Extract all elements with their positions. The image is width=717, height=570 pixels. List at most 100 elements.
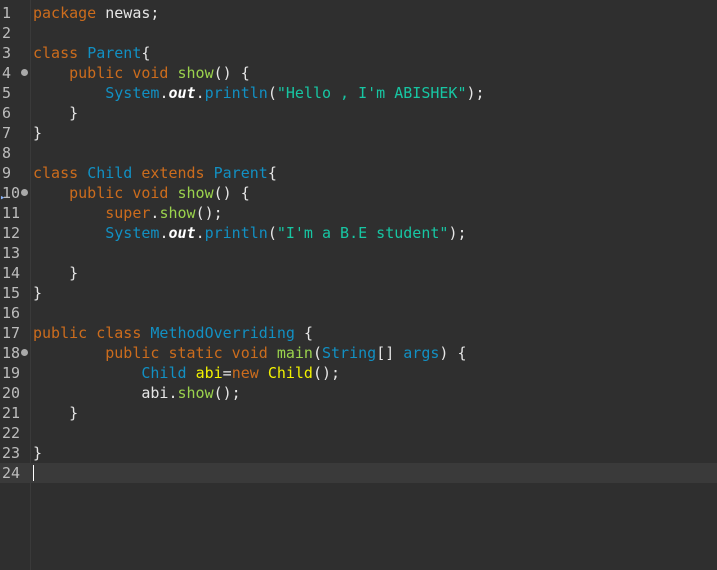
code-text[interactable]: public void show() {: [33, 63, 250, 83]
code-text[interactable]: System.out.println("Hello , I'm ABISHEK"…: [33, 83, 485, 103]
code-line[interactable]: 15}: [0, 283, 717, 303]
code-token: (: [267, 84, 277, 102]
code-text[interactable]: package newas;: [33, 3, 159, 23]
code-line[interactable]: 1 package newas;: [0, 3, 717, 23]
code-text[interactable]: class Child extends Parent{: [33, 163, 277, 183]
code-line[interactable]: 22: [0, 423, 717, 443]
code-line[interactable]: 4 public void show() {: [0, 63, 717, 83]
code-token: String: [322, 344, 377, 362]
line-number: 23: [2, 444, 21, 462]
line-number: 20: [2, 384, 21, 402]
code-token: newas;: [105, 4, 160, 22]
code-token: Parent: [213, 164, 268, 182]
code-token: MethodOverriding: [150, 324, 304, 342]
code-line[interactable]: 14 }: [0, 263, 717, 283]
code-line[interactable]: 19 Child abi=new Child();: [0, 363, 717, 383]
line-number: 19: [2, 364, 21, 382]
code-text[interactable]: class Parent{: [33, 43, 150, 63]
code-token: Child: [267, 364, 313, 382]
code-token: }: [33, 104, 79, 122]
code-token: () {: [213, 184, 250, 202]
code-line[interactable]: 3 class Parent{: [0, 43, 717, 63]
code-token: new: [231, 364, 268, 382]
code-token: class: [33, 44, 88, 62]
code-text[interactable]: }: [33, 443, 42, 463]
code-text[interactable]: System.out.println("I'm a B.E student");: [33, 223, 466, 243]
code-token: show: [177, 64, 214, 82]
code-token: .: [195, 84, 205, 102]
code-token: }: [33, 444, 43, 462]
code-text[interactable]: public class MethodOverriding {: [33, 323, 313, 343]
code-line[interactable]: 2: [0, 23, 717, 43]
code-line[interactable]: 24: [0, 463, 717, 483]
line-number: 8: [2, 144, 12, 162]
line-number: 1: [2, 4, 12, 22]
code-token: }: [33, 124, 43, 142]
code-token: Child: [87, 164, 142, 182]
code-token: out: [168, 224, 196, 242]
code-line[interactable]: 9 class Child extends Parent{: [0, 163, 717, 183]
code-token: args: [403, 344, 440, 362]
code-line[interactable]: 13: [0, 243, 717, 263]
code-token: public class: [33, 324, 151, 342]
code-token: System: [33, 84, 160, 102]
code-line[interactable]: 17 public class MethodOverriding {: [0, 323, 717, 343]
line-number: 24: [2, 464, 21, 482]
code-token: );: [466, 84, 485, 102]
code-line[interactable]: ▸ 10 public void show() {: [0, 183, 717, 203]
code-line[interactable]: 21 }: [0, 403, 717, 423]
code-text[interactable]: }: [33, 403, 78, 423]
code-text[interactable]: }: [33, 283, 42, 303]
code-token: super: [33, 204, 151, 222]
code-token: public static void: [33, 344, 277, 362]
fold-toggle-icon[interactable]: [21, 69, 28, 76]
code-text[interactable]: }: [33, 103, 78, 123]
line-number: 11: [2, 204, 21, 222]
text-caret: [33, 465, 34, 481]
code-line[interactable]: 7}: [0, 123, 717, 143]
code-token: System: [33, 224, 160, 242]
code-text[interactable]: public void show() {: [33, 183, 250, 203]
code-line[interactable]: 23}: [0, 443, 717, 463]
code-line[interactable]: 20 abi.show();: [0, 383, 717, 403]
code-token: ();: [312, 364, 341, 382]
code-token: show: [177, 384, 214, 402]
line-number: 21: [2, 404, 21, 422]
code-token: abi: [33, 384, 169, 402]
line-number: 22: [2, 424, 21, 442]
line-number: 5: [2, 84, 12, 102]
code-line[interactable]: 5 System.out.println("Hello , I'm ABISHE…: [0, 83, 717, 103]
fold-toggle-icon[interactable]: [21, 349, 28, 356]
code-line[interactable]: 16: [0, 303, 717, 323]
code-token: {: [267, 164, 277, 182]
code-token: abi: [195, 364, 223, 382]
code-line[interactable]: 8: [0, 143, 717, 163]
line-number: 14: [2, 264, 21, 282]
code-token: }: [33, 284, 43, 302]
code-line[interactable]: 12 System.out.println("I'm a B.E student…: [0, 223, 717, 243]
line-number: 3: [2, 44, 12, 62]
code-editor[interactable]: 1 package newas; 2 3 class Parent{4 public v…: [0, 0, 717, 570]
code-token: Parent: [87, 44, 142, 62]
code-token: extends: [141, 164, 214, 182]
line-number: 13: [2, 244, 21, 262]
code-token: (: [267, 224, 277, 242]
code-text[interactable]: abi.show();: [33, 383, 241, 403]
code-line[interactable]: 11 super.show();: [0, 203, 717, 223]
code-text[interactable]: }: [33, 123, 42, 143]
line-number: 15: [2, 284, 21, 302]
code-token: package: [33, 4, 106, 22]
code-line[interactable]: 18 public static void main(String[] args…: [0, 343, 717, 363]
code-text[interactable]: }: [33, 263, 78, 283]
code-line[interactable]: 6 }: [0, 103, 717, 123]
code-text[interactable]: super.show();: [33, 203, 222, 223]
code-token: show: [159, 204, 196, 222]
code-token: ) {: [439, 344, 467, 362]
code-text[interactable]: public static void main(String[] args) {: [33, 343, 467, 363]
line-number: 12: [2, 224, 21, 242]
code-token: ();: [213, 384, 241, 402]
fold-toggle-icon[interactable]: [21, 189, 28, 196]
code-text[interactable]: Child abi=new Child();: [33, 363, 340, 383]
code-token: public void: [33, 184, 178, 202]
code-token: public void: [33, 64, 178, 82]
